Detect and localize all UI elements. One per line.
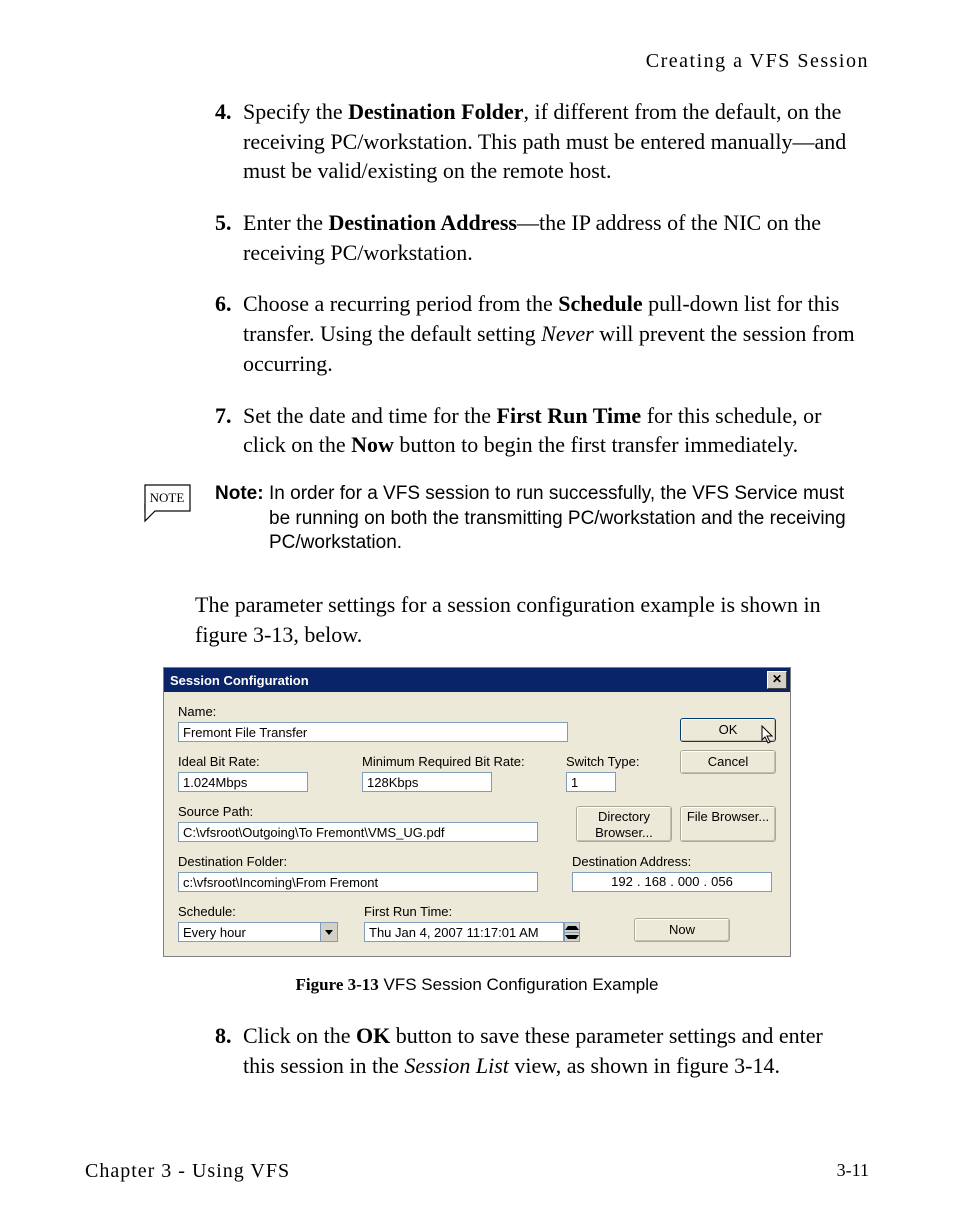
close-icon: ✕ xyxy=(772,672,782,686)
chevron-down-icon[interactable] xyxy=(320,922,338,942)
step-7-text: Set the date and time for the First Run … xyxy=(243,401,859,460)
ip-octet-2[interactable]: 168 xyxy=(642,872,668,892)
source-path-input[interactable]: C:\vfsroot\Outgoing\To Fremont\VMS_UG.pd… xyxy=(178,822,538,842)
spinner-down-icon[interactable] xyxy=(565,933,579,942)
ok-button-label: OK xyxy=(719,722,738,737)
ip-octet-3[interactable]: 000 xyxy=(676,872,702,892)
t: view, as shown in figure 3-14. xyxy=(509,1053,780,1078)
step-4-text: Specify the Destination Folder, if diffe… xyxy=(243,97,859,186)
t: First Run Time xyxy=(497,403,642,428)
dot: . xyxy=(635,872,643,892)
step-8: 8. Click on the OK button to save these … xyxy=(215,1021,859,1080)
t: Click on the xyxy=(243,1023,356,1048)
dot: . xyxy=(702,872,710,892)
time-spinner[interactable] xyxy=(564,922,580,942)
ok-button[interactable]: OK xyxy=(680,718,776,742)
dot: . xyxy=(668,872,676,892)
dest-address-label: Destination Address: xyxy=(572,854,776,869)
now-button[interactable]: Now xyxy=(634,918,730,942)
cursor-icon xyxy=(761,725,777,745)
min-bitrate-input[interactable]: 128Kbps xyxy=(362,772,492,792)
step-8-number: 8. xyxy=(215,1021,243,1051)
switch-type-label: Switch Type: xyxy=(566,754,662,769)
figure-caption: Figure 3-13 VFS Session Configuration Ex… xyxy=(85,975,869,995)
ip-octet-4[interactable]: 056 xyxy=(709,872,735,892)
figure-label: Figure 3-13 xyxy=(296,975,379,994)
ideal-bitrate-input[interactable]: 1.024Mbps xyxy=(178,772,308,792)
step-6-number: 6. xyxy=(215,289,243,319)
dest-folder-input[interactable]: c:\vfsroot\Incoming\From Fremont xyxy=(178,872,538,892)
note-badge-text: NOTE xyxy=(150,490,185,505)
t: Enter the xyxy=(243,210,329,235)
t: Session List xyxy=(404,1053,509,1078)
footer-chapter: Chapter 3 - Using VFS xyxy=(85,1160,290,1183)
dest-address-input[interactable]: 192. 168. 000. 056 xyxy=(572,872,772,892)
step-6-text: Choose a recurring period from the Sched… xyxy=(243,289,859,378)
min-bitrate-label: Minimum Required Bit Rate: xyxy=(362,754,552,769)
ip-octet-1[interactable]: 192 xyxy=(609,872,635,892)
t: Destination Folder xyxy=(348,99,523,124)
file-browser-button[interactable]: File Browser... xyxy=(680,806,776,842)
footer-page-number: 3-11 xyxy=(837,1160,869,1183)
name-input[interactable]: Fremont File Transfer xyxy=(178,722,568,742)
t: Destination Address xyxy=(329,210,517,235)
note-block: NOTE Note: In order for a VFS session to… xyxy=(135,482,869,556)
step-4: 4. Specify the Destination Folder, if di… xyxy=(215,97,859,186)
t: Specify the xyxy=(243,99,348,124)
t: OK xyxy=(356,1023,390,1048)
close-button[interactable]: ✕ xyxy=(767,671,787,689)
spinner-up-icon[interactable] xyxy=(565,923,579,933)
figure-text: VFS Session Configuration Example xyxy=(379,975,659,994)
running-header: Creating a VFS Session xyxy=(85,50,869,73)
session-configuration-dialog: Session Configuration ✕ Name: Fremont Fi… xyxy=(163,667,791,957)
step-5: 5. Enter the Destination Address—the IP … xyxy=(215,208,859,267)
name-label: Name: xyxy=(178,704,666,719)
step-4-number: 4. xyxy=(215,97,243,127)
t: button to begin the first transfer immed… xyxy=(394,432,798,457)
dialog-title: Session Configuration xyxy=(170,673,309,688)
step-7: 7. Set the date and time for the First R… xyxy=(215,401,859,460)
t: Never xyxy=(541,321,594,346)
t: Set the date and time for the xyxy=(243,403,497,428)
switch-type-input[interactable]: 1 xyxy=(566,772,616,792)
first-run-label: First Run Time: xyxy=(364,904,604,919)
paragraph-intro-figure: The parameter settings for a session con… xyxy=(195,590,869,649)
note-icon: NOTE xyxy=(135,482,195,533)
ideal-bitrate-label: Ideal Bit Rate: xyxy=(178,754,348,769)
source-path-label: Source Path: xyxy=(178,804,562,819)
t: Choose a recurring period from the xyxy=(243,291,558,316)
note-body: In order for a VFS session to run succes… xyxy=(269,482,869,556)
first-run-input[interactable]: Thu Jan 4, 2007 11:17:01 AM xyxy=(364,922,564,942)
schedule-value: Every hour xyxy=(178,922,320,942)
step-8-text: Click on the OK button to save these par… xyxy=(243,1021,859,1080)
schedule-combo[interactable]: Every hour xyxy=(178,922,338,942)
step-7-number: 7. xyxy=(215,401,243,431)
dialog-titlebar[interactable]: Session Configuration ✕ xyxy=(164,668,790,692)
t: Now xyxy=(351,432,394,457)
step-5-text: Enter the Destination Address—the IP add… xyxy=(243,208,859,267)
note-label: Note: xyxy=(215,483,264,504)
page-footer: Chapter 3 - Using VFS 3-11 xyxy=(85,1160,869,1183)
step-6: 6. Choose a recurring period from the Sc… xyxy=(215,289,859,378)
t: Schedule xyxy=(558,291,642,316)
schedule-label: Schedule: xyxy=(178,904,364,919)
step-5-number: 5. xyxy=(215,208,243,238)
dest-folder-label: Destination Folder: xyxy=(178,854,558,869)
cancel-button[interactable]: Cancel xyxy=(680,750,776,774)
directory-browser-button[interactable]: Directory Browser... xyxy=(576,806,672,842)
